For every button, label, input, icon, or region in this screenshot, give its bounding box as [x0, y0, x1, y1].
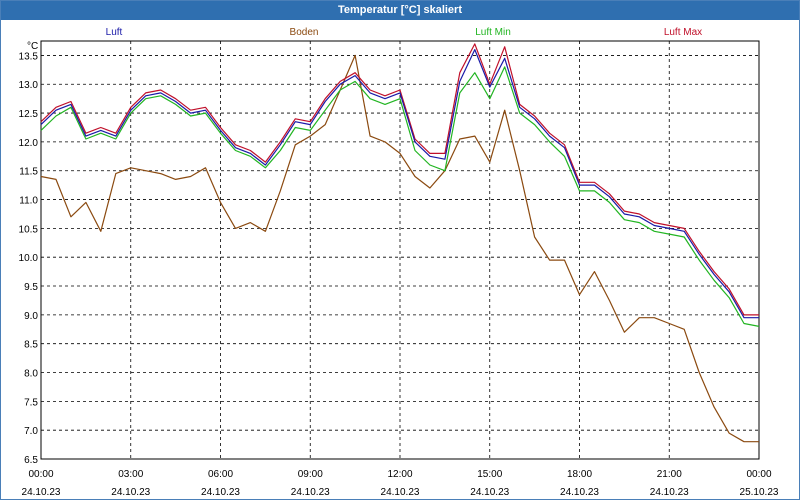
- grid: [41, 41, 759, 460]
- x-tick-time: 18:00: [567, 469, 592, 480]
- legend: Luft Boden Luft Min Luft Max: [106, 27, 703, 38]
- x-tick-time: 00:00: [28, 469, 53, 480]
- x-tick-time: 09:00: [298, 469, 323, 480]
- chart-window: Temperatur [°C] skaliert Luft Boden Luft M…: [0, 0, 800, 500]
- y-tick-label: 12.5: [19, 109, 39, 120]
- y-tick-label: 10.5: [19, 224, 39, 235]
- y-tick-label: 10.0: [19, 253, 39, 264]
- y-tick-label: 13.5: [19, 51, 39, 62]
- y-axis-unit-label: °C: [27, 41, 38, 52]
- x-tick-date: 24.10.23: [111, 487, 150, 498]
- y-tick-label: 7.5: [24, 397, 38, 408]
- line-chart: Luft Boden Luft Min Luft Max 13.5 13.0 12.5 12…: [19, 27, 779, 498]
- y-tick-label: 8.5: [24, 340, 38, 351]
- x-tick-date: 24.10.23: [291, 487, 330, 498]
- legend-entry: Luft Max: [664, 27, 702, 38]
- legend-entry: Luft: [106, 27, 123, 38]
- x-tick-date: 24.10.23: [381, 487, 420, 498]
- y-tick-label: 7.0: [24, 426, 38, 437]
- y-tick-label: 8.0: [24, 369, 38, 380]
- y-tick-label: 13.0: [19, 80, 39, 91]
- y-tick-label: 6.5: [24, 455, 38, 466]
- y-tick-label: 11.0: [19, 196, 38, 207]
- y-tick-label: 11.5: [19, 167, 38, 178]
- x-tick-date: 24.10.23: [201, 487, 240, 498]
- x-tick-time: 12:00: [387, 469, 412, 480]
- x-tick-date: 24.10.23: [22, 487, 61, 498]
- x-tick-time: 15:00: [477, 469, 502, 480]
- x-tick-time: 21:00: [657, 469, 682, 480]
- x-tick-date: 24.10.23: [560, 487, 599, 498]
- axes: 13.5 13.0 12.5 12.0 11.5 11.0 10.5 10.0 9.5 9.0 8.…: [19, 40, 779, 498]
- y-tick-label: 12.0: [19, 138, 39, 149]
- y-tick-label: 9.5: [24, 282, 38, 293]
- legend-entry: Luft Min: [475, 27, 511, 38]
- y-tick-label: 9.0: [24, 311, 38, 322]
- x-tick-time: 00:00: [746, 469, 771, 480]
- x-tick-date: 25.10.23: [740, 487, 779, 498]
- x-tick-date: 24.10.23: [650, 487, 689, 498]
- x-tick-time: 06:00: [208, 469, 233, 480]
- legend-entry: Boden: [290, 27, 319, 38]
- x-tick-date: 24.10.23: [470, 487, 509, 498]
- x-tick-time: 03:00: [118, 469, 143, 480]
